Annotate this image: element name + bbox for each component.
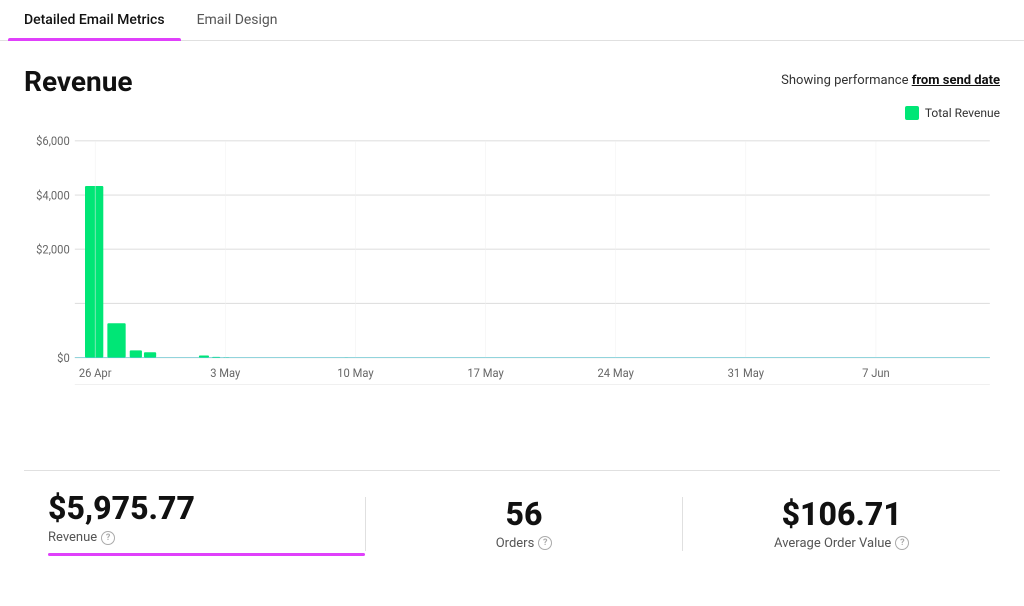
revenue-info-icon[interactable]: ? [101,531,115,545]
bar-26apr-2 [107,323,125,357]
orders-info-icon[interactable]: ? [538,536,552,550]
stat-avg-order-value: $106.71 Average Order Value ? [682,497,1000,551]
bar-26apr-3 [130,350,142,357]
chart-legend: Total Revenue [905,106,1000,120]
performance-link[interactable]: from send date [912,73,1000,88]
avg-order-value-value: $106.71 [782,497,902,532]
orders-value: 56 [506,497,543,532]
avg-order-value-info-icon[interactable]: ? [895,536,909,550]
performance-text: Showing performance [781,73,912,88]
chart-svg-wrapper: $6,000 $4,000 $2,000 $0 [24,130,1000,466]
svg-text:$4,000: $4,000 [36,188,70,202]
svg-text:7 Jun: 7 Jun [862,366,890,380]
revenue-title: Revenue [24,65,133,98]
main-content: Revenue Showing performance from send da… [0,41,1024,556]
svg-text:17 May: 17 May [467,366,504,380]
svg-text:$0: $0 [57,351,70,365]
chart-container: Total Revenue $6,000 $4,000 $2,000 $0 [24,106,1000,466]
svg-text:31 May: 31 May [728,366,765,380]
svg-text:24 May: 24 May [598,366,635,380]
svg-text:$6,000: $6,000 [36,134,70,148]
bar-26apr-1 [85,186,103,358]
tab-detailed-email-metrics[interactable]: Detailed Email Metrics [8,0,181,40]
stat-revenue: $5,975.77 Revenue ? [24,491,365,556]
legend-label-total-revenue: Total Revenue [925,106,1000,120]
svg-text:3 May: 3 May [210,366,241,380]
svg-text:26 Apr: 26 Apr [79,366,112,380]
revenue-label: Revenue ? [48,530,115,545]
avg-order-value-label: Average Order Value ? [774,536,909,551]
performance-note: Showing performance from send date [781,65,1000,88]
revenue-value: $5,975.77 [48,491,195,526]
revenue-header: Revenue Showing performance from send da… [24,65,1000,98]
tab-email-design[interactable]: Email Design [181,0,294,40]
orders-label: Orders ? [496,536,553,551]
tab-bar: Detailed Email Metrics Email Design [0,0,1024,41]
stats-row: $5,975.77 Revenue ? 56 Orders ? $106.71 … [24,470,1000,556]
revenue-chart: $6,000 $4,000 $2,000 $0 [24,130,1000,466]
stat-orders: 56 Orders ? [365,497,683,551]
svg-text:10 May: 10 May [337,366,374,380]
revenue-underline [48,553,365,556]
legend-swatch-total-revenue [905,106,919,120]
svg-text:$2,000: $2,000 [36,242,70,256]
bar-26apr-4 [144,352,156,357]
